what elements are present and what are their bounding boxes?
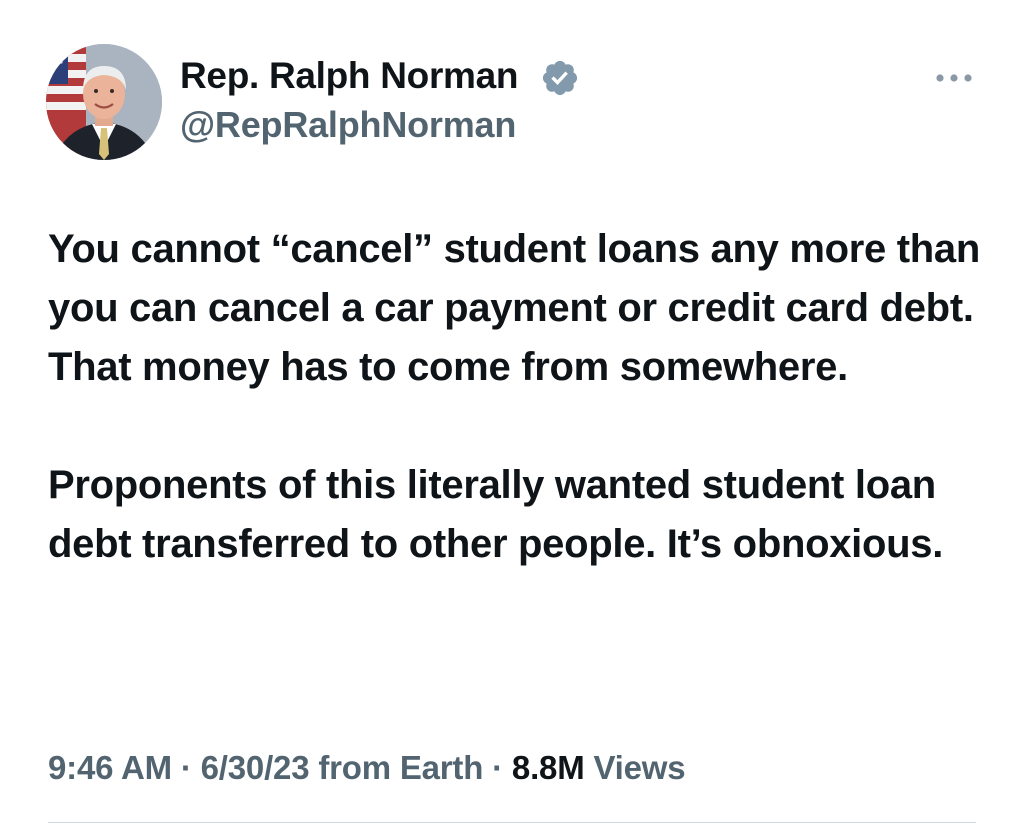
avatar[interactable] <box>46 44 162 160</box>
tweet-time[interactable]: 9:46 AM <box>48 749 172 786</box>
views-count[interactable]: 8.8M <box>512 749 585 786</box>
meta-separator: · <box>171 749 201 786</box>
more-options-icon[interactable] <box>932 70 976 86</box>
tweet-date[interactable]: 6/30/23 <box>201 749 310 786</box>
divider <box>48 822 976 823</box>
views-label: Views <box>593 749 686 786</box>
meta-separator: · <box>483 749 512 786</box>
verified-badge-icon <box>542 60 578 96</box>
avatar-image <box>46 44 162 160</box>
tweet-meta: 9:46 AM · 6/30/23 from Earth · 8.8M View… <box>48 749 686 787</box>
tweet-source: from Earth <box>318 749 484 786</box>
display-name[interactable]: Rep. Ralph Norman <box>180 55 519 97</box>
tweet: Rep. Ralph Norman @RepRalphNorman You ca… <box>0 0 1024 827</box>
tweet-paragraph: You cannot “cancel” student loans any mo… <box>48 227 980 389</box>
tweet-paragraph: Proponents of this literally wanted stud… <box>48 463 944 566</box>
tweet-text: You cannot “cancel” student loans any mo… <box>48 220 998 574</box>
user-handle[interactable]: @RepRalphNorman <box>180 104 516 146</box>
